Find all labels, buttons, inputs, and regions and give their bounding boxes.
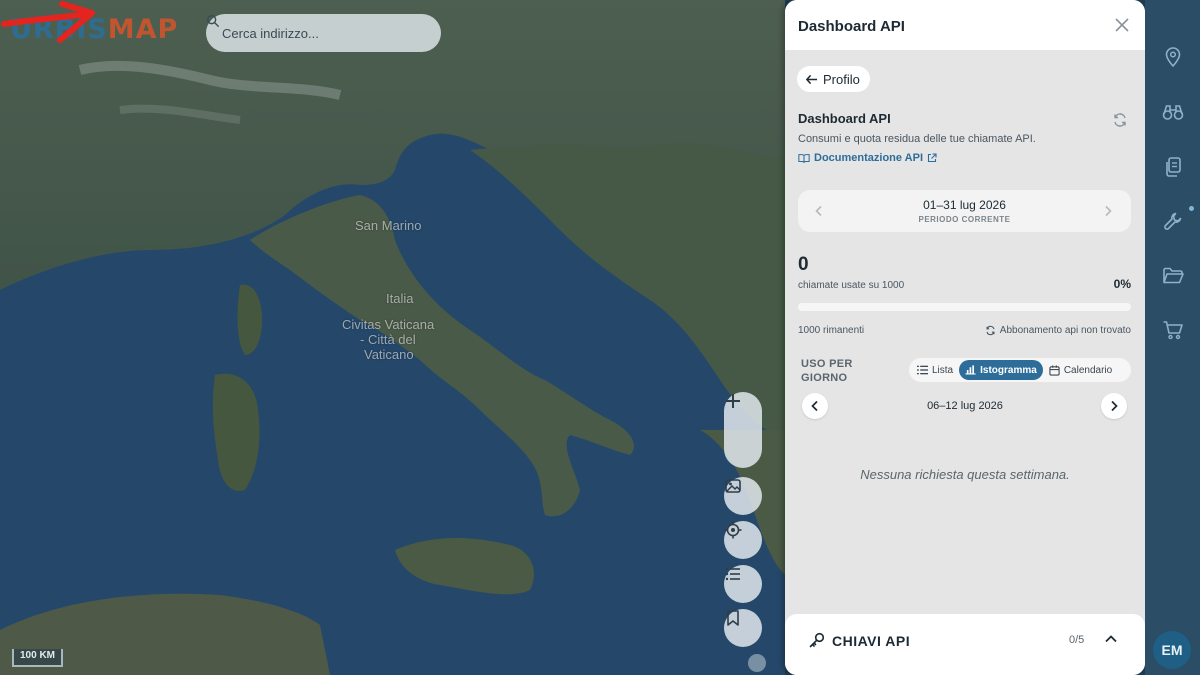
- key-icon: [809, 632, 825, 648]
- wrench-icon: [1164, 212, 1182, 230]
- bookmark-button[interactable]: [724, 609, 762, 647]
- location-pin-icon: [1165, 47, 1181, 68]
- period-label: PERIODO CORRENTE: [918, 215, 1011, 224]
- list-icon: [917, 365, 928, 375]
- view-histogram-tab[interactable]: Istogramma: [959, 360, 1043, 380]
- view-calendar-tab[interactable]: Calendario: [1043, 360, 1118, 380]
- back-button-label: Profilo: [823, 71, 860, 87]
- attribution-button[interactable]: [748, 654, 766, 672]
- period-next-button[interactable]: [1096, 199, 1120, 223]
- usage-percent: 0%: [1113, 277, 1131, 291]
- map-label-vaticano-2: - Città del: [360, 332, 416, 347]
- panel-title: Dashboard API: [798, 18, 905, 35]
- rail-explore-button[interactable]: [1159, 98, 1187, 126]
- api-keys-section-toggle[interactable]: CHIAVI API 0/5: [785, 614, 1145, 675]
- layers-list-button[interactable]: [724, 565, 762, 603]
- bookmark-icon: [727, 610, 739, 626]
- external-link-icon: [927, 153, 937, 163]
- period-selector: 01–31 lug 2026 PERIODO CORRENTE: [798, 190, 1131, 232]
- calls-used-label: chiamate usate su 1000: [798, 280, 905, 291]
- section-title: Dashboard API: [798, 111, 891, 126]
- view-histogram-label: Istogramma: [980, 364, 1037, 376]
- annotation-arrow-icon: [1, 1, 95, 43]
- subscription-status-text: Abbonamento api non trovato: [999, 325, 1131, 336]
- map-label-vaticano-3: Vaticano: [364, 347, 414, 362]
- arrow-left-icon: [805, 74, 818, 84]
- sync-icon: [986, 325, 995, 336]
- view-list-tab[interactable]: Lista: [911, 360, 959, 380]
- view-toggle: Lista Istogramma Calendario: [909, 358, 1131, 382]
- search-placeholder: Cerca indirizzo...: [222, 25, 319, 41]
- period-range: 01–31 lug 2026: [923, 198, 1006, 212]
- locate-button[interactable]: [724, 521, 762, 559]
- list-icon: [725, 567, 740, 581]
- back-to-profile-button[interactable]: Profilo: [797, 66, 870, 92]
- right-navigation-rail: EM: [1145, 0, 1200, 675]
- binoculars-icon: [1162, 105, 1184, 120]
- chevron-up-icon: [1105, 635, 1117, 643]
- map-label-vaticano-1: Civitas Vaticana: [342, 317, 435, 332]
- folder-icon: [1163, 267, 1184, 284]
- section-subtitle: Consumi e quota residua delle tue chiama…: [798, 133, 1036, 145]
- week-range: 06–12 lug 2026: [927, 400, 1003, 412]
- dashboard-api-panel: Dashboard API Profilo Dashboard API Cons…: [785, 0, 1145, 675]
- basemap-button[interactable]: [724, 477, 762, 515]
- view-list-label: Lista: [932, 364, 954, 376]
- tools-notification-dot: [1189, 206, 1194, 211]
- view-calendar-label: Calendario: [1063, 364, 1113, 376]
- image-icon: [725, 479, 741, 493]
- documents-icon: [1166, 157, 1181, 177]
- search-icon: [207, 15, 219, 27]
- locate-icon: [724, 521, 742, 539]
- api-keys-count: 0/5: [1069, 634, 1085, 646]
- user-avatar[interactable]: EM: [1153, 631, 1191, 669]
- empty-state-message: Nessuna richiesta questa settimana.: [860, 467, 1070, 482]
- rail-location-button[interactable]: [1159, 43, 1187, 71]
- chevron-right-icon: [1105, 205, 1112, 217]
- api-keys-label: CHIAVI API: [832, 633, 911, 649]
- refresh-icon[interactable]: [1112, 112, 1128, 128]
- map-label-san-marino: San Marino: [355, 218, 422, 233]
- zoom-out-button[interactable]: [724, 400, 762, 468]
- rail-tools-button[interactable]: [1159, 207, 1187, 235]
- cart-icon: [1163, 321, 1183, 340]
- map-view[interactable]: San Marino Italia Civitas Vaticana - Cit…: [0, 0, 785, 675]
- bar-chart-icon: [965, 365, 976, 375]
- rail-folder-button[interactable]: [1159, 262, 1187, 290]
- chevron-right-icon: [1111, 400, 1118, 412]
- zoom-control: [724, 392, 762, 468]
- calendar-icon: [1049, 364, 1060, 376]
- daily-usage-label: USO PER GIORNO: [801, 358, 853, 384]
- zoom-out-icon: [726, 400, 740, 402]
- panel-header: Dashboard API: [785, 0, 1145, 50]
- documentation-link-label: Documentazione API: [814, 152, 923, 164]
- documentation-link[interactable]: Documentazione API: [798, 152, 941, 164]
- close-icon[interactable]: [1113, 16, 1131, 34]
- book-icon: [798, 153, 810, 163]
- logo-text-part2: MAP: [107, 14, 179, 45]
- rail-documents-button[interactable]: [1159, 153, 1187, 181]
- week-next-button[interactable]: [1101, 393, 1127, 419]
- calls-remaining: 1000 rimanenti: [798, 325, 865, 336]
- rail-cart-button[interactable]: [1159, 316, 1187, 344]
- map-label-italia: Italia: [386, 291, 414, 306]
- subscription-status: Abbonamento api non trovato: [965, 325, 1131, 336]
- usage-progress-bar: [798, 303, 1131, 311]
- search-input[interactable]: Cerca indirizzo...: [206, 14, 441, 52]
- map-scale: 100 KM: [12, 649, 64, 667]
- calls-used-count: 0: [798, 254, 809, 275]
